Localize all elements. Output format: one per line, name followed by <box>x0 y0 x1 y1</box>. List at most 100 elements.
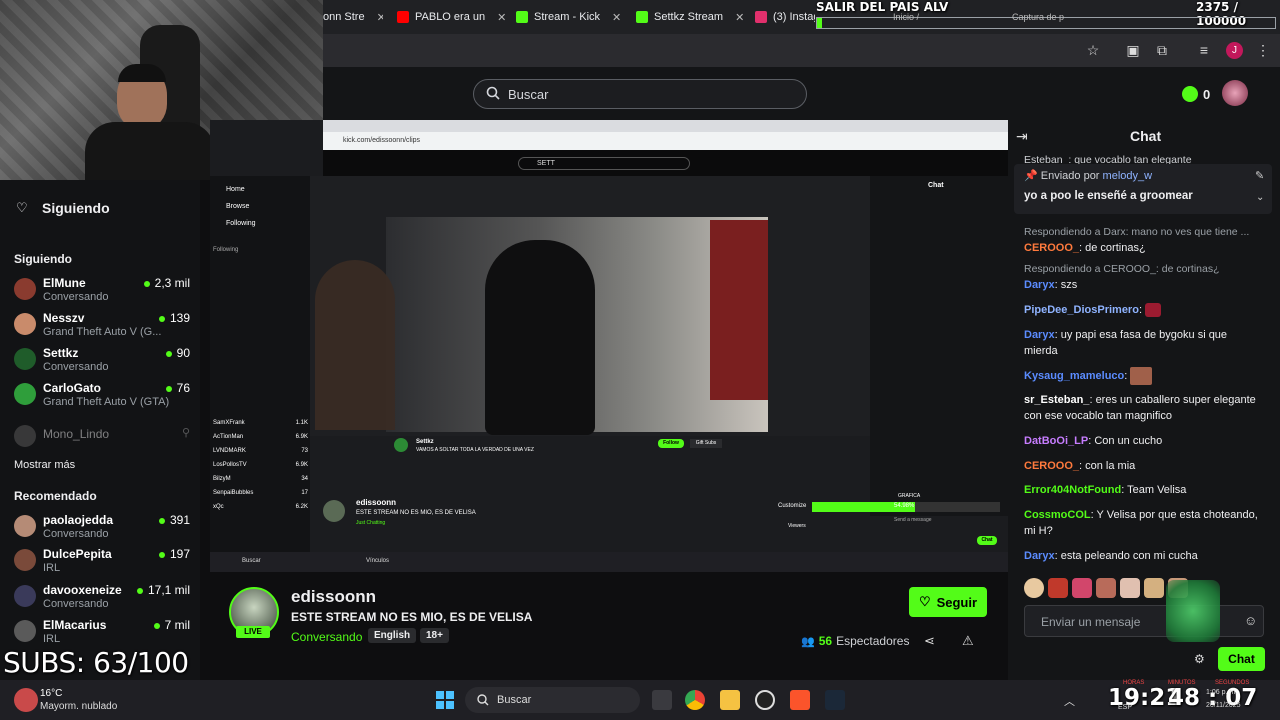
sidebar-item-mono-lindo[interactable]: Mono_Lindo ⚲ <box>14 423 194 457</box>
inner-category: Just Chatting <box>356 520 386 526</box>
task-view-icon[interactable] <box>652 690 672 710</box>
settings-icon[interactable]: ⚙ <box>1194 652 1205 666</box>
chat-message[interactable]: Daryx: uy papi esa fasa de bygoku si que… <box>1024 327 1262 359</box>
chat-input[interactable]: Enviar un mensaje ☺ <box>1024 605 1264 637</box>
emote-icon[interactable] <box>1048 578 1068 598</box>
stream-title: ESTE STREAM NO ES MIO, ES DE VELISA <box>291 610 533 624</box>
chat-message[interactable]: sr_Esteban_: eres un caballero super ele… <box>1024 392 1262 424</box>
close-tab-icon[interactable]: ✕ <box>377 11 383 24</box>
video-player[interactable]: kick.com/edissoonn/clips SETT Home Brows… <box>210 120 1010 572</box>
nested-chat-button: Chat <box>977 536 997 545</box>
sidebar-item-davooxeneize[interactable]: davooxeneize Conversando 17,1 mil <box>14 583 194 617</box>
channel-name: davooxeneize <box>43 583 122 597</box>
system-date[interactable]: 26/11/2025 <box>1206 702 1241 709</box>
browser-tab[interactable]: onn Stre ✕ <box>323 6 383 28</box>
customize-label: Customize <box>778 503 807 509</box>
share-icon[interactable]: ⋖ <box>924 633 935 649</box>
kicks-icon <box>1182 86 1198 102</box>
chat-message[interactable]: CEROOO_: de cortinas¿ <box>1024 240 1262 256</box>
nested-tab-bar <box>323 120 1010 132</box>
emote-icon[interactable] <box>1072 578 1092 598</box>
chevron-down-icon[interactable]: ⌄ <box>1256 192 1264 203</box>
channel-name: paolaojedda <box>43 513 114 527</box>
browser-tab[interactable]: PABLO era un ✕ <box>397 6 507 28</box>
viewer-count: 17,1 mil <box>137 583 190 597</box>
report-icon[interactable]: ⚠ <box>962 633 974 649</box>
close-tab-icon[interactable]: ✕ <box>735 11 744 24</box>
kicks-balance[interactable]: 0 <box>1182 84 1210 104</box>
emote-icon[interactable] <box>1024 578 1044 598</box>
user-avatar[interactable] <box>1222 80 1248 106</box>
emoji-icon[interactable]: ☺ <box>1244 613 1257 628</box>
chat-message[interactable]: Kysaug_mameluco: <box>1024 367 1262 385</box>
pinned-message[interactable]: 📌 Enviado por melody_w yo a poo le enseñ… <box>1014 164 1272 214</box>
menu-dots-icon[interactable]: ⋮ <box>1255 42 1271 58</box>
emote-icon[interactable] <box>1120 578 1140 598</box>
follow-button[interactable]: ♡ Seguir <box>909 587 987 617</box>
sidebar-title[interactable]: Siguiendo <box>42 200 110 216</box>
sidebar-item-settkz[interactable]: Settkz Conversando 90 <box>14 346 194 380</box>
chat-message[interactable]: Daryx: esta peleando con mi cucha <box>1024 548 1262 564</box>
show-more-link[interactable]: Mostrar más <box>14 459 75 471</box>
close-tab-icon[interactable]: ✕ <box>497 11 506 24</box>
weather-temp[interactable]: 16°C <box>40 688 62 699</box>
avatar <box>14 515 36 537</box>
chat-message[interactable]: Error404NotFound: Team Velisa <box>1024 482 1262 498</box>
chat-message[interactable]: Daryx: szs <box>1024 277 1262 293</box>
category-link[interactable]: Conversando <box>291 630 362 644</box>
brave-icon[interactable] <box>790 690 810 710</box>
chat-message[interactable]: DatBoOi_LP: Con un cucho <box>1024 433 1262 449</box>
send-message-hint: Send a message <box>894 517 932 523</box>
pinned-by: 📌 Enviado por melody_w <box>1024 170 1153 182</box>
lang-indicator[interactable]: ESP <box>1118 704 1132 711</box>
taskbar-search[interactable]: Buscar <box>465 687 640 713</box>
emote-icon[interactable] <box>1144 578 1164 598</box>
browser-tab[interactable]: Settkz Stream ✕ <box>636 6 746 28</box>
weather-desc[interactable]: Mayorm. nublado <box>40 701 117 712</box>
chat-message[interactable]: CossmoCOL: Y Velisa por que esta chotean… <box>1024 507 1262 539</box>
kicks-count: 0 <box>1203 86 1211 102</box>
extensions-icon[interactable]: ⧉ <box>1154 42 1170 58</box>
weather-icon[interactable] <box>14 688 38 712</box>
star-icon[interactable]: ☆ <box>1085 42 1101 58</box>
channel-name[interactable]: edissoonn <box>291 587 376 607</box>
profile-avatar[interactable]: J <box>1226 42 1243 59</box>
reply-context: Respondiendo a Darx: mano no ves que tie… <box>1024 226 1250 238</box>
sidebar-item-carlogato[interactable]: CarloGato Grand Theft Auto V (GTA) 76 <box>14 381 194 415</box>
file-explorer-icon[interactable] <box>720 690 740 710</box>
channel-category: Conversando <box>43 528 109 540</box>
avatar <box>14 620 36 642</box>
tab-title: (3) Instagr <box>773 11 815 23</box>
browser-tab[interactable]: (3) Instagr <box>755 6 815 28</box>
steam-icon[interactable] <box>825 690 845 710</box>
sidebar-item-paolaojedda[interactable]: paolaojedda Conversando 391 <box>14 513 194 547</box>
windows-start-icon[interactable] <box>435 690 455 710</box>
emote <box>1130 367 1153 385</box>
sidebar-item-dulcepepita[interactable]: DulcePepita IRL 197 <box>14 547 194 581</box>
collapse-chat-icon[interactable]: ⇥ <box>1016 128 1028 145</box>
emote-icon[interactable] <box>1096 578 1116 598</box>
media-icon[interactable]: ≡ <box>1196 42 1212 58</box>
chrome-icon[interactable] <box>685 690 705 710</box>
chat-message[interactable]: CEROOO_: con la mia <box>1024 458 1262 474</box>
obs-icon[interactable] <box>755 690 775 710</box>
sidebar-item-elmune[interactable]: ElMune Conversando 2,3 mil <box>14 276 194 310</box>
avatar <box>14 313 36 335</box>
system-time[interactable]: 1:06 p. m. <box>1206 689 1237 696</box>
search-icon <box>477 694 489 706</box>
sidebar-item-nesszv[interactable]: Nesszv Grand Theft Auto V (G... 139 <box>14 311 194 345</box>
avatar <box>14 549 36 571</box>
channel-category: Conversando <box>43 361 109 373</box>
close-tab-icon[interactable]: ✕ <box>612 11 621 24</box>
tag-english[interactable]: English <box>368 628 417 643</box>
search-input[interactable]: Buscar <box>473 79 807 109</box>
browser-tab[interactable]: Stream - Kick ✕ <box>516 6 628 28</box>
tag-18plus[interactable]: 18+ <box>420 628 449 643</box>
chevron-up-icon[interactable]: ︿ <box>1064 693 1075 709</box>
taskbar-search-label: Buscar <box>497 694 532 706</box>
screenshot-icon[interactable]: ▣ <box>1125 42 1141 58</box>
chat-send-button[interactable]: Chat <box>1218 647 1265 671</box>
unpin-icon[interactable]: ✎ <box>1255 169 1264 182</box>
reply-context: Respondiendo a CEROOO_: de cortinas¿ <box>1024 263 1220 275</box>
chat-message[interactable]: PipeDee_DiosPrimero: <box>1024 302 1262 318</box>
